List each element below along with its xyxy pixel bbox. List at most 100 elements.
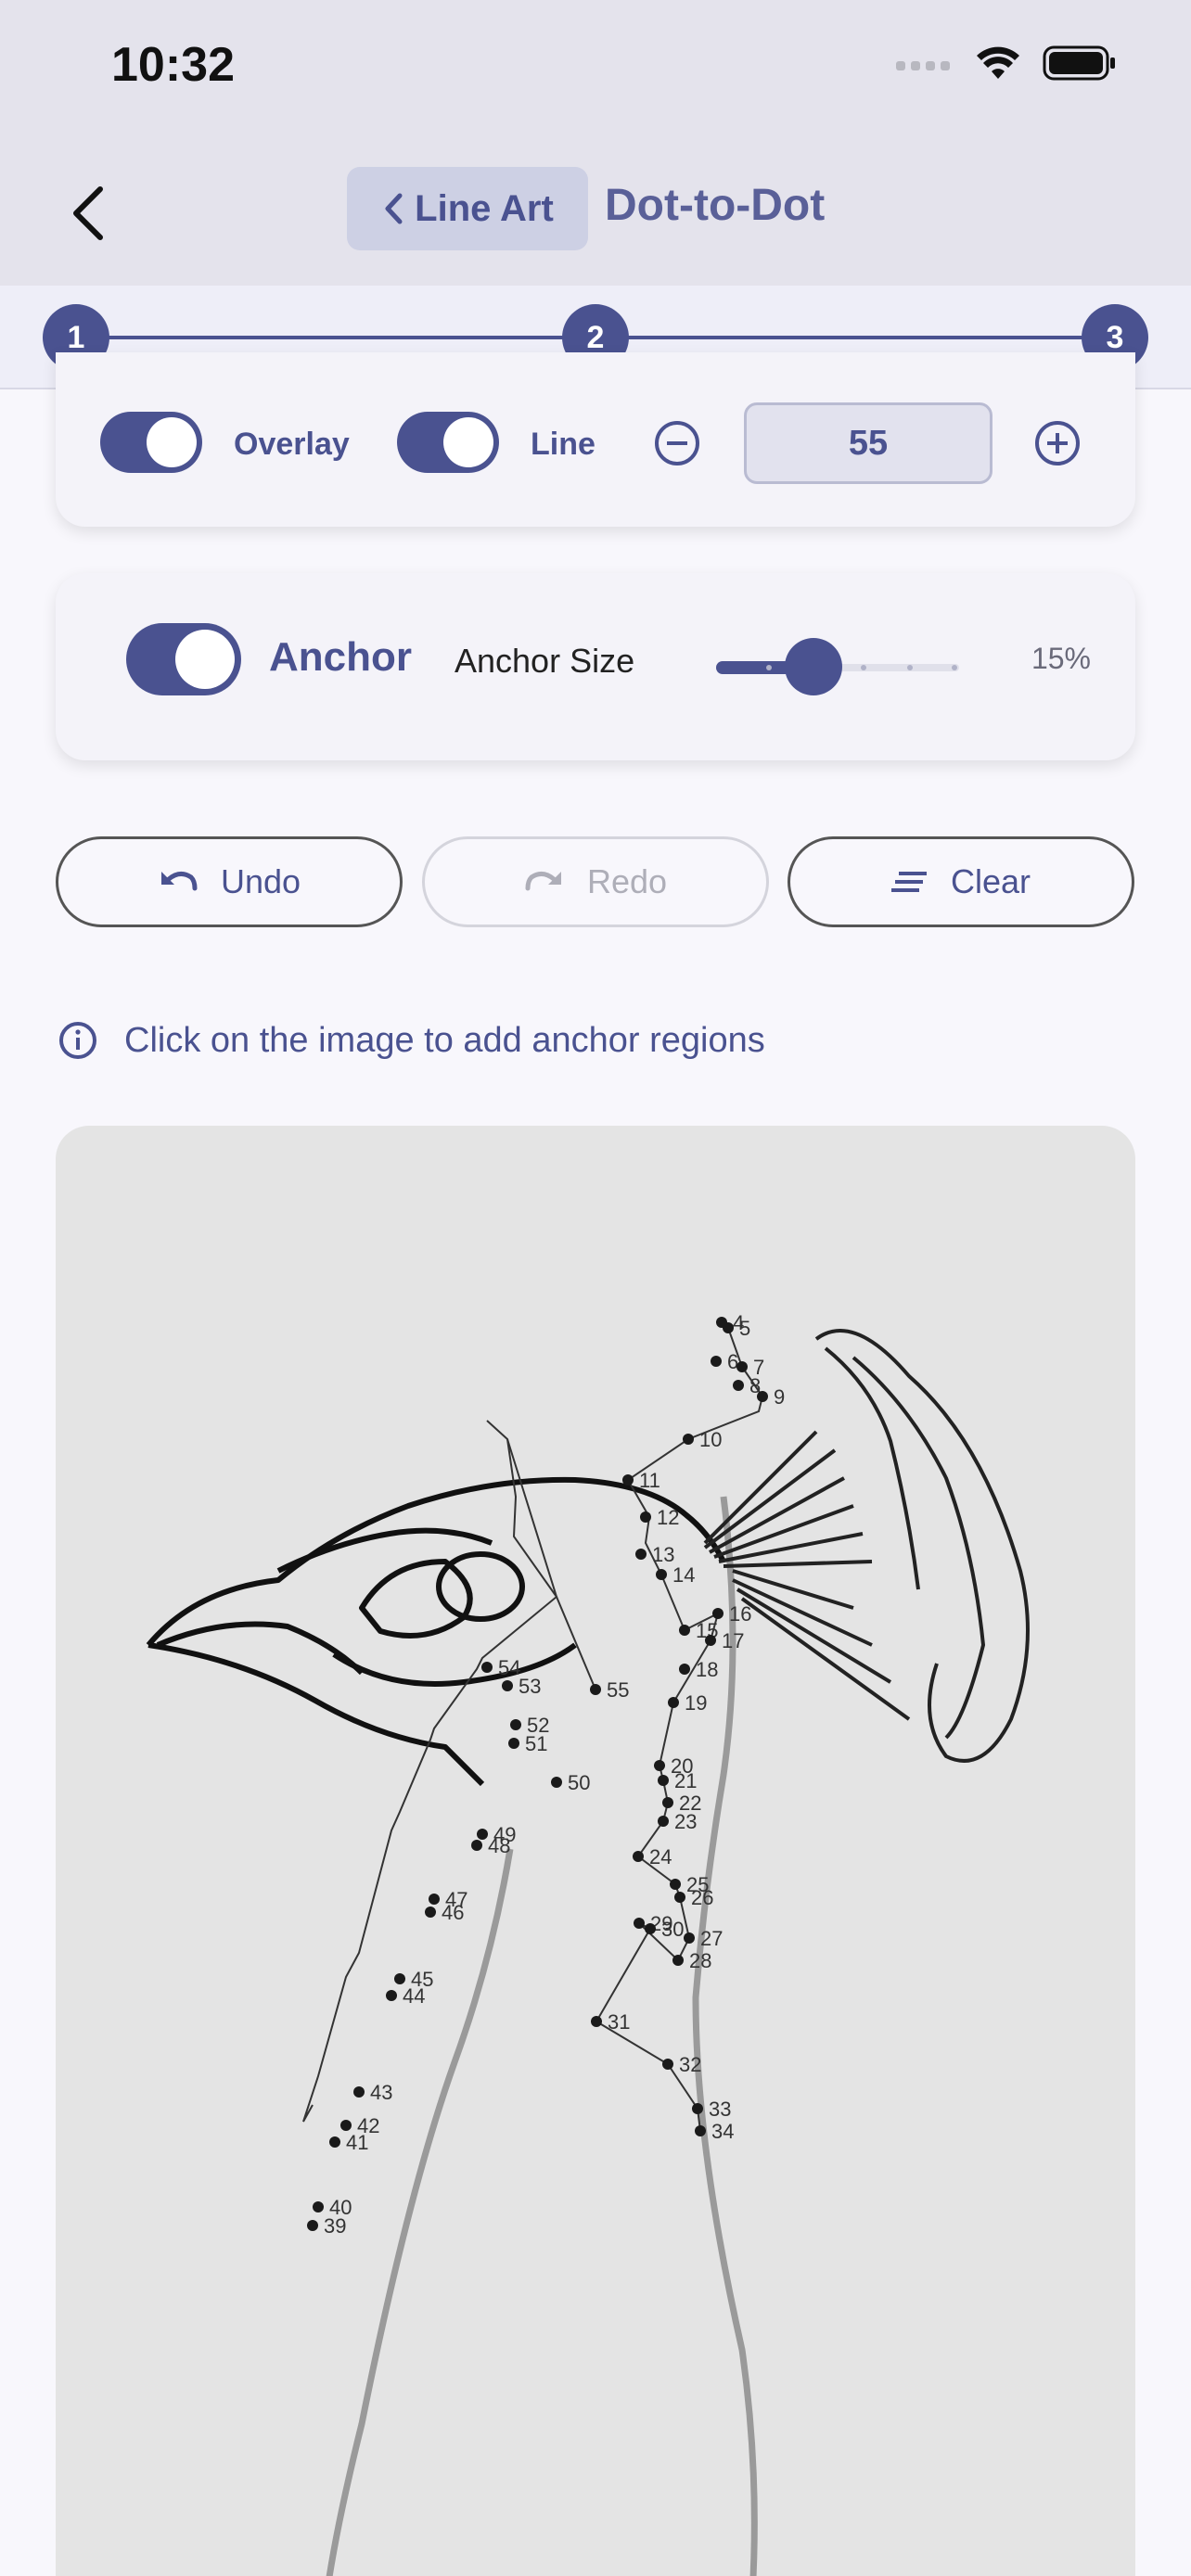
clear-button[interactable]: Clear bbox=[788, 836, 1134, 927]
dot-48[interactable] bbox=[471, 1840, 482, 1851]
slider-tick bbox=[952, 665, 957, 670]
dot-7[interactable] bbox=[736, 1361, 748, 1372]
dot-28[interactable] bbox=[672, 1955, 684, 1966]
image-canvas[interactable]: 4 5 6 7 8 9 10 11 12 13 14 15 16 17 18 19 20 21 22 23 24 25 26… bbox=[56, 1126, 1135, 2576]
dot-13[interactable] bbox=[635, 1549, 647, 1560]
dot-label-28: 28 bbox=[689, 1949, 711, 1972]
dot-10[interactable] bbox=[683, 1434, 694, 1445]
dot-18[interactable] bbox=[679, 1664, 690, 1675]
undo-button[interactable]: Undo bbox=[56, 836, 403, 927]
undo-icon bbox=[160, 872, 198, 891]
dot-39[interactable] bbox=[307, 2220, 318, 2231]
dot-44[interactable] bbox=[386, 1990, 397, 2001]
dot-34[interactable] bbox=[695, 2125, 706, 2136]
anchor-size-value: 15% bbox=[1031, 642, 1091, 675]
dot-31[interactable] bbox=[591, 2016, 602, 2027]
dot-46[interactable] bbox=[425, 1906, 436, 1918]
dot-12[interactable] bbox=[640, 1511, 651, 1523]
slider-tick bbox=[861, 665, 866, 670]
dot-40[interactable] bbox=[313, 2201, 324, 2213]
dot-label-45: 45 bbox=[411, 1968, 433, 1991]
dot-label-14: 14 bbox=[672, 1563, 695, 1587]
dot-label-19: 19 bbox=[685, 1691, 707, 1715]
dot-25[interactable] bbox=[670, 1879, 681, 1890]
dot-53[interactable] bbox=[502, 1680, 513, 1691]
dot-6[interactable] bbox=[711, 1356, 722, 1367]
dots-layer[interactable]: 456 78 91011121314151617181920212223242526… bbox=[307, 1311, 785, 2238]
dot-label-55: 55 bbox=[607, 1678, 629, 1702]
dot-23[interactable] bbox=[658, 1816, 669, 1827]
dot-21[interactable] bbox=[658, 1775, 669, 1786]
dot-52[interactable] bbox=[510, 1719, 521, 1730]
dot-label-47: 47 bbox=[445, 1888, 467, 1911]
breadcrumb-line-art[interactable]: Line Art bbox=[347, 167, 588, 250]
dot-label-54: 54 bbox=[498, 1656, 520, 1679]
dot-30[interactable] bbox=[645, 1923, 656, 1934]
dot-51[interactable] bbox=[508, 1738, 519, 1749]
status-time: 10:32 bbox=[111, 38, 235, 92]
info-message: Click on the image to add anchor regions bbox=[124, 1020, 765, 1060]
dot-label-49: 49 bbox=[493, 1823, 516, 1846]
chevron-left-icon bbox=[385, 193, 403, 224]
dot-54[interactable] bbox=[481, 1662, 493, 1673]
dot-49[interactable] bbox=[477, 1829, 488, 1840]
dot-32[interactable] bbox=[662, 2059, 673, 2070]
back-button[interactable] bbox=[50, 176, 124, 250]
dot-41[interactable] bbox=[329, 2136, 340, 2148]
dot-label-5: 5 bbox=[739, 1317, 750, 1340]
chevron-left-icon bbox=[73, 186, 103, 240]
dot-27[interactable] bbox=[684, 1932, 695, 1944]
dot-55[interactable] bbox=[590, 1684, 601, 1695]
dot-9[interactable] bbox=[757, 1391, 768, 1402]
anchor-toggle[interactable] bbox=[126, 623, 241, 695]
dot-43[interactable] bbox=[353, 2086, 365, 2098]
dot-8[interactable] bbox=[733, 1380, 744, 1391]
battery-icon bbox=[1043, 45, 1117, 86]
redo-button[interactable]: Redo bbox=[422, 836, 769, 927]
dot-label-30: 30 bbox=[661, 1918, 684, 1941]
increment-icon[interactable] bbox=[1035, 421, 1080, 465]
dot-17[interactable] bbox=[705, 1635, 716, 1646]
toggle-knob bbox=[175, 630, 235, 689]
head-outline bbox=[146, 1476, 726, 1787]
line-art-image[interactable]: 456 78 91011121314151617181920212223242526… bbox=[56, 1126, 1135, 2576]
dot-label-10: 10 bbox=[699, 1428, 722, 1451]
dot-label-24: 24 bbox=[649, 1845, 672, 1868]
dot-label-13: 13 bbox=[652, 1543, 674, 1566]
dot-label-6: 6 bbox=[727, 1350, 738, 1373]
dot-16[interactable] bbox=[712, 1608, 724, 1619]
dot-20[interactable] bbox=[654, 1760, 665, 1771]
anchor-label: Anchor bbox=[269, 634, 412, 680]
dot-26[interactable] bbox=[674, 1892, 685, 1903]
dot-15[interactable] bbox=[679, 1625, 690, 1636]
line-toggle[interactable] bbox=[397, 412, 499, 473]
status-icons bbox=[896, 45, 1117, 86]
overlay-toggle[interactable] bbox=[100, 412, 202, 473]
clear-all-icon bbox=[890, 872, 927, 892]
dot-19[interactable] bbox=[668, 1697, 679, 1708]
line-label: Line bbox=[531, 427, 596, 462]
decrement-icon[interactable] bbox=[655, 421, 699, 465]
dot-11[interactable] bbox=[622, 1474, 634, 1486]
dot-33[interactable] bbox=[692, 2103, 703, 2114]
dot-45[interactable] bbox=[394, 1973, 405, 1984]
dot-22[interactable] bbox=[662, 1797, 673, 1808]
dot-42[interactable] bbox=[340, 2120, 352, 2131]
clear-label: Clear bbox=[950, 862, 1031, 900]
nav-bar: Line Art Dot-to-Dot bbox=[0, 139, 1191, 286]
dot-24[interactable] bbox=[633, 1851, 644, 1862]
overlay-label: Overlay bbox=[234, 427, 350, 462]
dot-label-16: 16 bbox=[729, 1602, 751, 1626]
neck-outline bbox=[326, 1496, 758, 2576]
dot-47[interactable] bbox=[429, 1894, 440, 1905]
dot-label-21: 21 bbox=[674, 1769, 697, 1792]
toggle-knob bbox=[147, 417, 197, 467]
dot-label-32: 32 bbox=[679, 2053, 701, 2076]
dot-5[interactable] bbox=[723, 1322, 734, 1333]
dot-29[interactable] bbox=[634, 1918, 645, 1929]
anchor-size-slider-thumb[interactable] bbox=[785, 638, 842, 695]
dot-50[interactable] bbox=[551, 1777, 562, 1788]
info-hint: Click on the image to add anchor regions bbox=[58, 1020, 765, 1061]
line-value-field[interactable]: 55 bbox=[744, 402, 992, 484]
dot-14[interactable] bbox=[656, 1569, 667, 1580]
